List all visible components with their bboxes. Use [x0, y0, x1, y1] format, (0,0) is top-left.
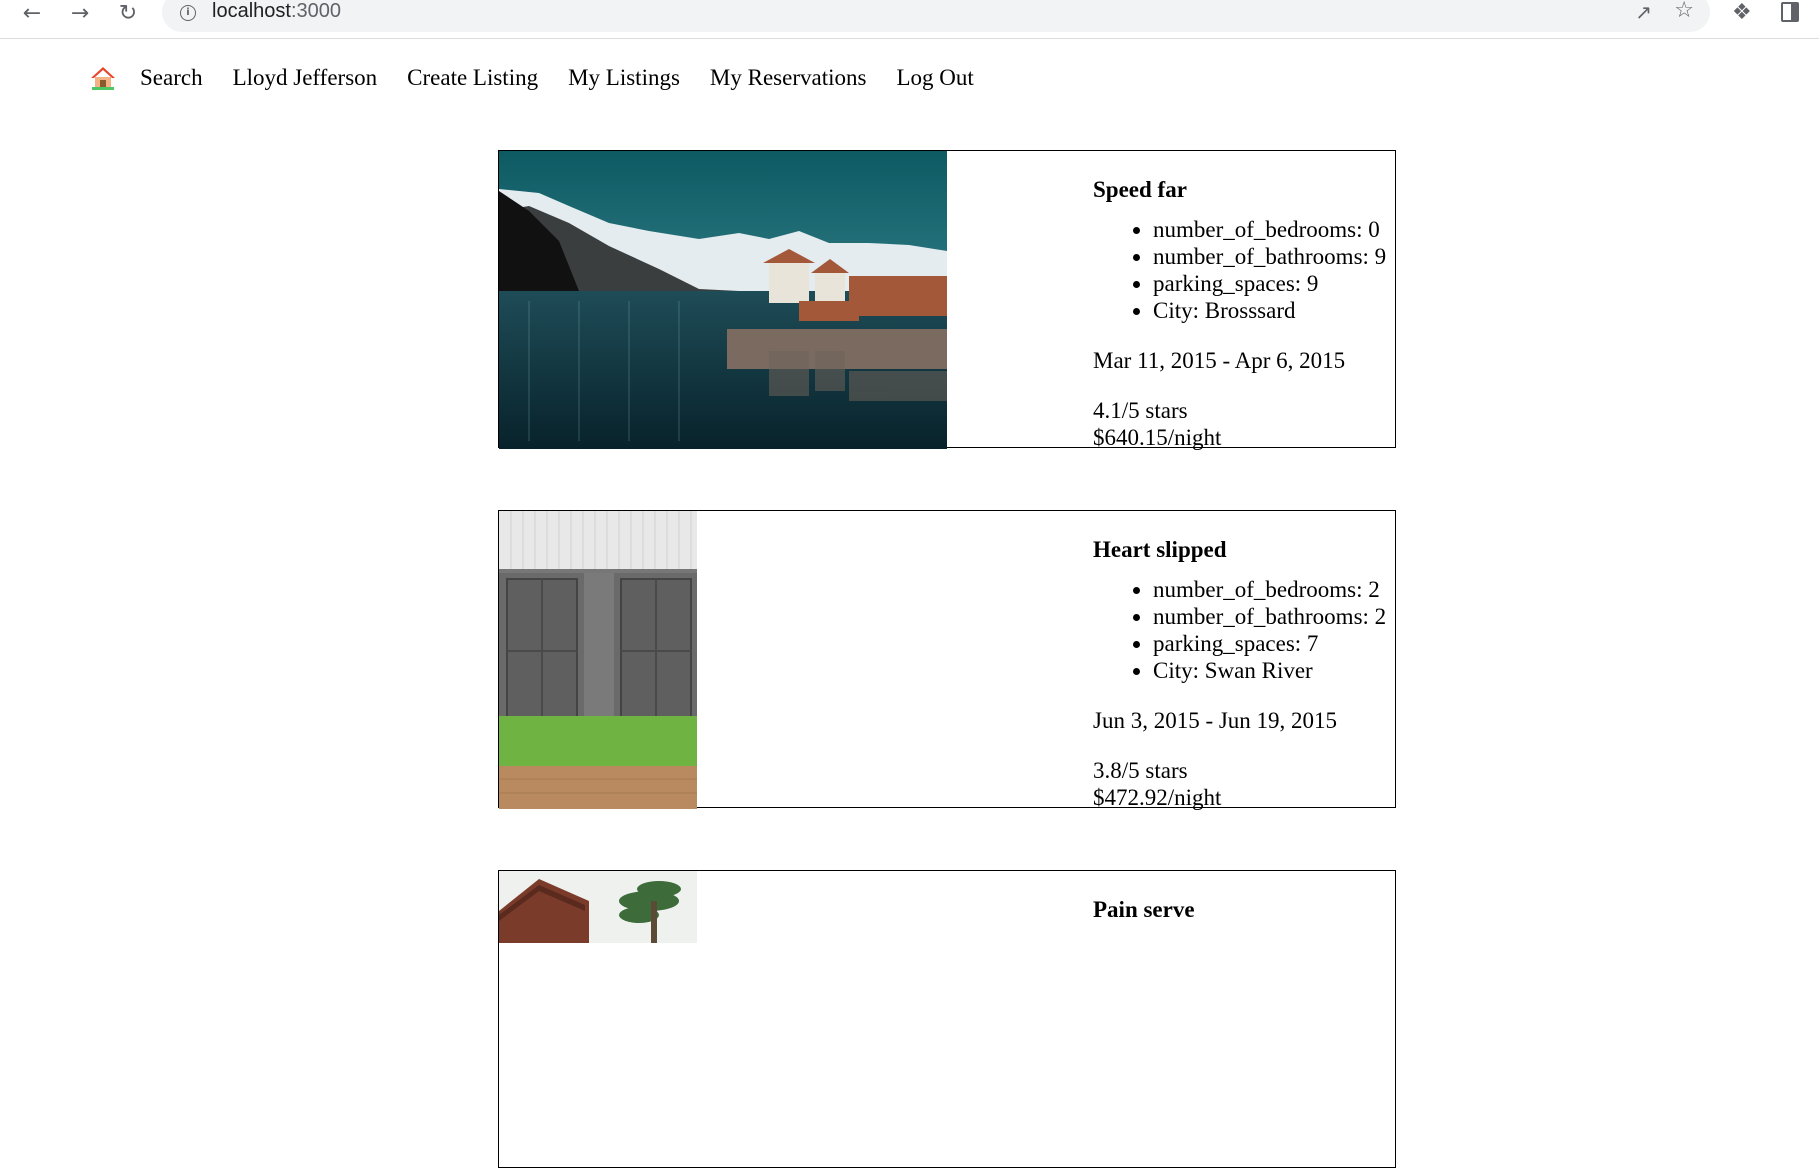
- listing-image[interactable]: [499, 151, 947, 449]
- listing-card[interactable]: Heart slipped number_of_bedrooms: 2 numb…: [498, 510, 1396, 811]
- side-panel-icon[interactable]: [1781, 2, 1799, 22]
- url-host: localhost: [212, 0, 291, 22]
- main-nav: Search Lloyd Jefferson Create Listing My…: [90, 62, 1004, 94]
- bookmark-star-icon[interactable]: ☆: [1674, 0, 1694, 23]
- nav-search-link[interactable]: Search: [140, 65, 203, 91]
- nav-user-link[interactable]: Lloyd Jefferson: [233, 65, 378, 91]
- url-text[interactable]: localhost:3000: [212, 0, 341, 23]
- listing-card[interactable]: Pain serve: [498, 870, 1396, 1168]
- listing-rating: 4.1/5 stars: [1093, 398, 1188, 423]
- house-icon[interactable]: [90, 65, 116, 91]
- nav-create-listing-link[interactable]: Create Listing: [407, 65, 538, 91]
- address-bar[interactable]: i localhost:3000 ↗ ☆: [162, 0, 1710, 32]
- detail-city: City: Swan River: [1153, 657, 1386, 684]
- listing-rating: 3.8/5 stars: [1093, 758, 1188, 783]
- reload-icon[interactable]: ↻: [110, 0, 146, 26]
- nav-my-reservations-link[interactable]: My Reservations: [710, 65, 867, 91]
- listing-dates: Jun 3, 2015 - Jun 19, 2015: [1093, 708, 1338, 733]
- listing-details: number_of_bedrooms: 2 number_of_bathroom…: [1093, 576, 1386, 684]
- listing-info: Speed far number_of_bedrooms: 0 number_o…: [1093, 176, 1386, 451]
- detail-bathrooms: number_of_bathrooms: 9: [1153, 243, 1386, 270]
- browser-toolbar: ← → ↻ i localhost:3000 ↗ ☆ ❖: [0, 0, 1819, 39]
- detail-parking: parking_spaces: 7: [1153, 630, 1386, 657]
- listing-price: $472.92/night: [1093, 785, 1222, 810]
- listing-dates: Mar 11, 2015 - Apr 6, 2015: [1093, 348, 1346, 373]
- listing-title: Speed far: [1093, 177, 1187, 202]
- detail-city: City: Brosssard: [1153, 297, 1386, 324]
- listing-image[interactable]: [499, 511, 697, 809]
- nav-logout-link[interactable]: Log Out: [896, 65, 973, 91]
- detail-bathrooms: number_of_bathrooms: 2: [1153, 603, 1386, 630]
- listing-details: number_of_bedrooms: 0 number_of_bathroom…: [1093, 216, 1386, 324]
- forward-icon[interactable]: →: [62, 0, 98, 26]
- nav-my-listings-link[interactable]: My Listings: [568, 65, 680, 91]
- back-icon[interactable]: ←: [14, 0, 50, 26]
- url-port: :3000: [290, 0, 341, 22]
- listing-card[interactable]: Speed far number_of_bedrooms: 0 number_o…: [498, 150, 1396, 451]
- listing-price: $640.15/night: [1093, 425, 1222, 450]
- listing-info: Pain serve: [1093, 896, 1195, 923]
- listing-title: Heart slipped: [1093, 537, 1227, 562]
- listing-title: Pain serve: [1093, 897, 1195, 922]
- detail-bedrooms: number_of_bedrooms: 2: [1153, 576, 1386, 603]
- detail-bedrooms: number_of_bedrooms: 0: [1153, 216, 1386, 243]
- share-icon[interactable]: ↗: [1635, 0, 1652, 24]
- extensions-puzzle-icon[interactable]: ❖: [1732, 0, 1752, 25]
- listing-image[interactable]: [499, 871, 697, 1169]
- listing-info: Heart slipped number_of_bedrooms: 2 numb…: [1093, 536, 1386, 811]
- detail-parking: parking_spaces: 9: [1153, 270, 1386, 297]
- site-info-icon[interactable]: i: [180, 5, 196, 21]
